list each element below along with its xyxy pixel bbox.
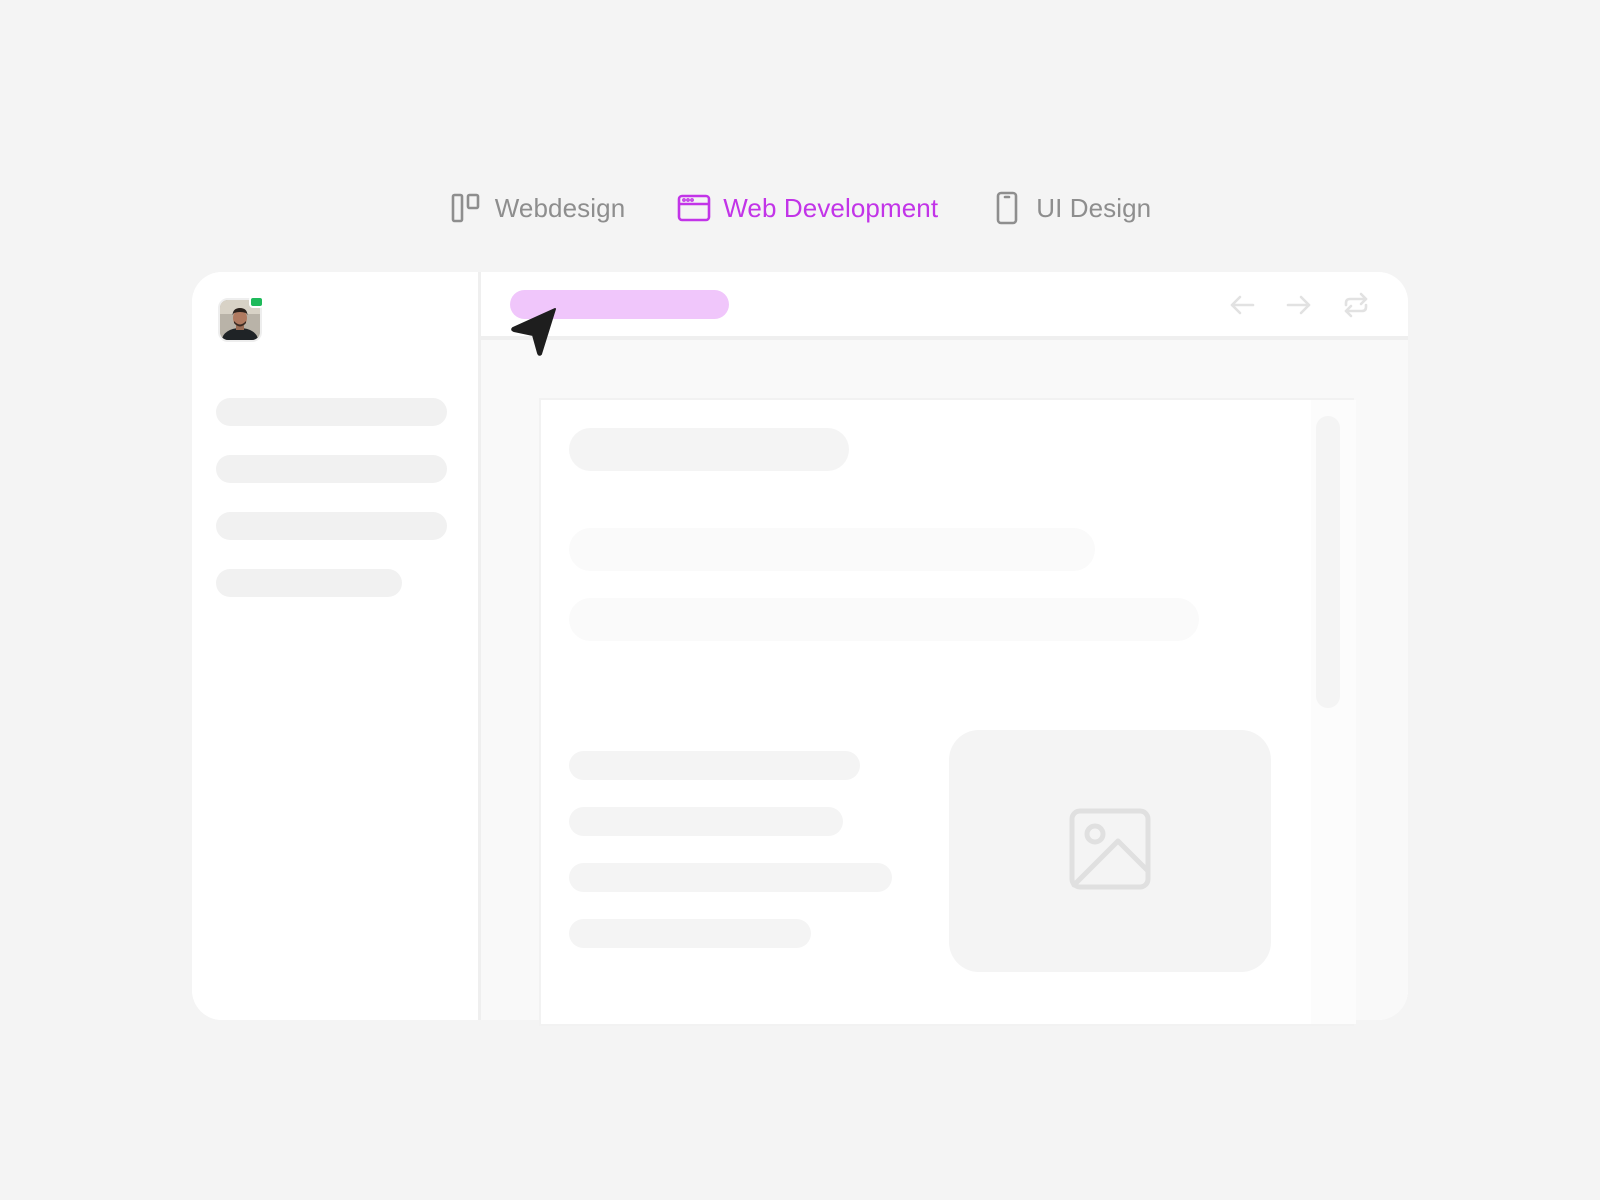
category-tabs: Webdesign Web Development UI Design bbox=[0, 188, 1600, 228]
tab-label: Web Development bbox=[723, 192, 939, 223]
sidebar-item-placeholder[interactable] bbox=[216, 512, 447, 540]
text-line-placeholder bbox=[569, 598, 1199, 641]
list-line-placeholder bbox=[569, 863, 892, 892]
stage: Webdesign Web Development UI Design bbox=[0, 0, 1600, 1200]
online-status-dot bbox=[249, 296, 264, 308]
sidebar-item-placeholder[interactable] bbox=[216, 569, 402, 597]
phone-icon bbox=[990, 191, 1024, 225]
repeat-icon[interactable] bbox=[1341, 290, 1371, 320]
browser-window-icon bbox=[677, 191, 711, 225]
tab-label: Webdesign bbox=[494, 192, 626, 223]
image-placeholder-card bbox=[949, 730, 1271, 972]
tab-ui-design[interactable]: UI Design bbox=[990, 191, 1151, 225]
list-line-placeholder bbox=[569, 919, 811, 948]
arrow-right-icon[interactable] bbox=[1284, 290, 1314, 320]
tab-label: UI Design bbox=[1036, 192, 1152, 223]
browser-toolbar bbox=[481, 272, 1408, 340]
url-bar[interactable] bbox=[510, 290, 729, 319]
tab-webdesign[interactable]: Webdesign bbox=[449, 191, 626, 225]
arrow-left-icon[interactable] bbox=[1227, 290, 1257, 320]
tab-web-development[interactable]: Web Development bbox=[677, 191, 938, 225]
content-page bbox=[539, 398, 1356, 1026]
text-line-placeholder bbox=[569, 528, 1095, 571]
list-line-placeholder bbox=[569, 807, 843, 836]
sidebar bbox=[192, 272, 481, 1020]
sidebar-item-placeholder[interactable] bbox=[216, 455, 447, 483]
sidebar-item-placeholder[interactable] bbox=[216, 398, 447, 426]
list-line-placeholder bbox=[569, 751, 860, 780]
image-icon bbox=[1068, 807, 1152, 896]
scrollbar-thumb[interactable] bbox=[1316, 416, 1340, 708]
heading-placeholder bbox=[569, 428, 849, 471]
columns-layout-icon bbox=[449, 191, 483, 225]
